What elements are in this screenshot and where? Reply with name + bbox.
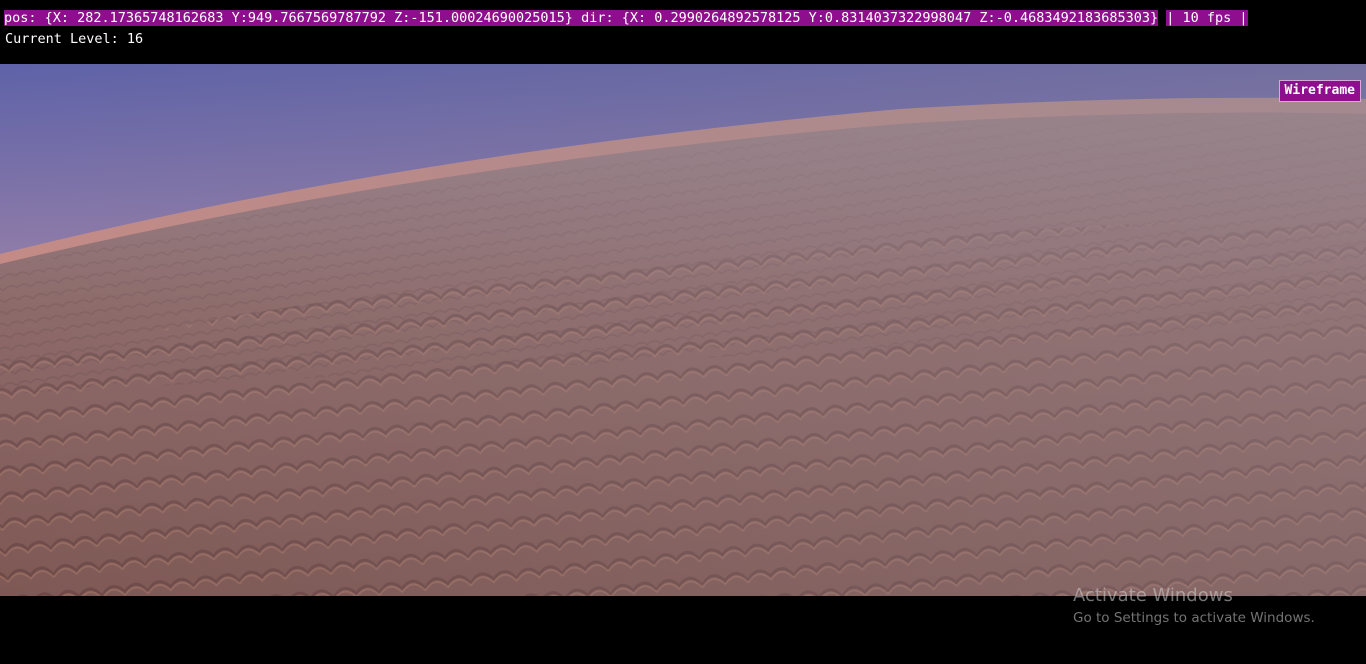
fps-counter: | 10 fps | [1166, 10, 1248, 26]
debug-readout: pos: {X: 282.17365748162683 Y:949.766756… [4, 10, 1248, 27]
hud-bar: pos: {X: 282.17365748162683 Y:949.766756… [0, 0, 1366, 64]
watermark-subtitle: Go to Settings to activate Windows. [1073, 610, 1315, 626]
terrain-viewport[interactable] [0, 64, 1366, 596]
app-page: pos: {X: 282.17365748162683 Y:949.766756… [0, 0, 1366, 664]
terrain-render [0, 64, 1366, 596]
activate-windows-watermark: Activate Windows Go to Settings to activ… [1073, 585, 1315, 628]
wireframe-toggle-button[interactable]: Wireframe [1278, 80, 1361, 102]
current-level-label: Current Level: 16 [5, 31, 144, 47]
watermark-title: Activate Windows [1073, 585, 1233, 606]
position-direction-readout: pos: {X: 282.17365748162683 Y:949.766756… [4, 10, 1159, 26]
